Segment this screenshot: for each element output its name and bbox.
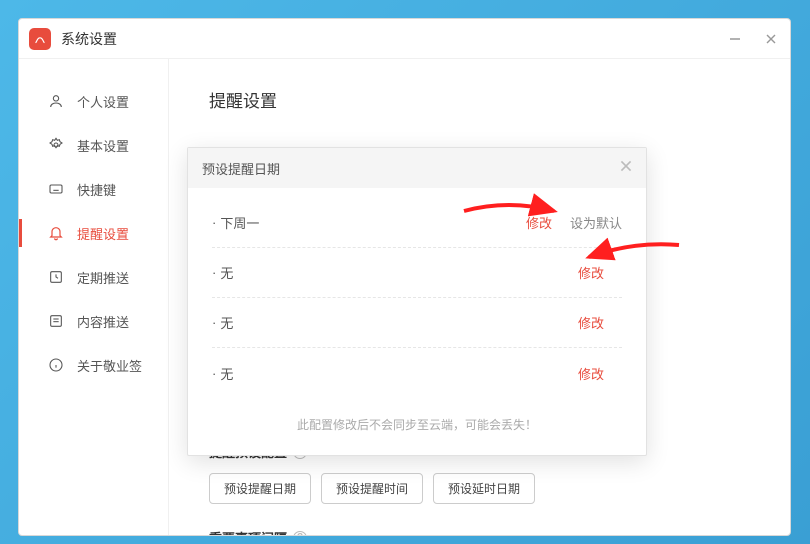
row-label: 下周一 <box>220 213 526 232</box>
sidebar-item-label: 内容推送 <box>77 312 129 331</box>
preset-button-row: 预设提醒日期 预设提醒时间 预设延时日期 <box>209 473 750 504</box>
sidebar-item-basic[interactable]: 基本设置 <box>19 123 168 167</box>
clock-box-icon <box>47 268 65 286</box>
row-label: 无 <box>220 313 578 332</box>
modal-header: 预设提醒日期 <box>188 148 646 188</box>
sidebar-item-label: 基本设置 <box>77 136 129 155</box>
important-interval-text: 重要事项间隔 <box>209 528 287 535</box>
bell-icon <box>47 224 65 242</box>
bullet-icon: · <box>212 315 216 330</box>
gear-icon <box>47 136 65 154</box>
set-default-link[interactable]: 设为默认 <box>570 213 622 232</box>
sidebar-item-reminder[interactable]: 提醒设置 <box>19 211 168 255</box>
modal-title: 预设提醒日期 <box>202 159 280 178</box>
sidebar-item-personal[interactable]: 个人设置 <box>19 79 168 123</box>
bullet-icon: · <box>212 265 216 280</box>
row-label: 无 <box>220 263 578 282</box>
preset-date-modal: 预设提醒日期 · 下周一 修改 设为默认 · 无 修改 · 无 修改 <box>187 147 647 456</box>
modal-row: · 无 修改 <box>212 348 622 398</box>
modal-footer-note: 此配置修改后不会同步至云端，可能会丢失！ <box>188 398 646 455</box>
app-title: 系统设置 <box>61 29 726 49</box>
titlebar: 系统设置 <box>19 19 790 59</box>
sidebar-item-label: 定期推送 <box>77 268 129 287</box>
person-icon <box>47 92 65 110</box>
bullet-icon: · <box>212 366 216 381</box>
sidebar-item-label: 快捷键 <box>77 180 116 199</box>
edit-link[interactable]: 修改 <box>578 313 604 332</box>
sidebar-item-shortcut[interactable]: 快捷键 <box>19 167 168 211</box>
edit-link[interactable]: 修改 <box>578 263 604 282</box>
sidebar-item-label: 提醒设置 <box>77 224 129 243</box>
row-label: 无 <box>220 364 578 383</box>
modal-row: · 无 修改 <box>212 298 622 348</box>
keyboard-icon <box>47 180 65 198</box>
page-heading: 提醒设置 <box>209 87 750 112</box>
bullet-icon: · <box>212 215 216 230</box>
modal-row: · 下周一 修改 设为默认 <box>212 198 622 248</box>
help-icon[interactable]: ? <box>293 531 307 536</box>
sidebar-item-content-push[interactable]: 内容推送 <box>19 299 168 343</box>
modal-body: · 下周一 修改 设为默认 · 无 修改 · 无 修改 · 无 修改 <box>188 188 646 398</box>
window-controls <box>726 30 780 48</box>
info-icon <box>47 356 65 374</box>
modal-row: · 无 修改 <box>212 248 622 298</box>
minimize-button[interactable] <box>726 30 744 48</box>
preset-delay-button[interactable]: 预设延时日期 <box>433 473 535 504</box>
preset-date-button[interactable]: 预设提醒日期 <box>209 473 311 504</box>
sidebar-item-scheduled-push[interactable]: 定期推送 <box>19 255 168 299</box>
important-interval-label: 重要事项间隔 ? <box>209 528 307 535</box>
app-window: 系统设置 个人设置 基本设置 快捷键 <box>18 18 791 536</box>
edit-link[interactable]: 修改 <box>526 213 552 232</box>
close-button[interactable] <box>762 30 780 48</box>
sidebar-item-label: 关于敬业签 <box>77 356 142 375</box>
sidebar: 个人设置 基本设置 快捷键 提醒设置 定期推送 内容推送 <box>19 59 169 535</box>
content-box-icon <box>47 312 65 330</box>
sidebar-item-label: 个人设置 <box>77 92 129 111</box>
edit-link[interactable]: 修改 <box>578 364 604 383</box>
modal-close-button[interactable] <box>618 158 636 176</box>
preset-time-button[interactable]: 预设提醒时间 <box>321 473 423 504</box>
sidebar-item-about[interactable]: 关于敬业签 <box>19 343 168 387</box>
app-logo-icon <box>29 28 51 50</box>
